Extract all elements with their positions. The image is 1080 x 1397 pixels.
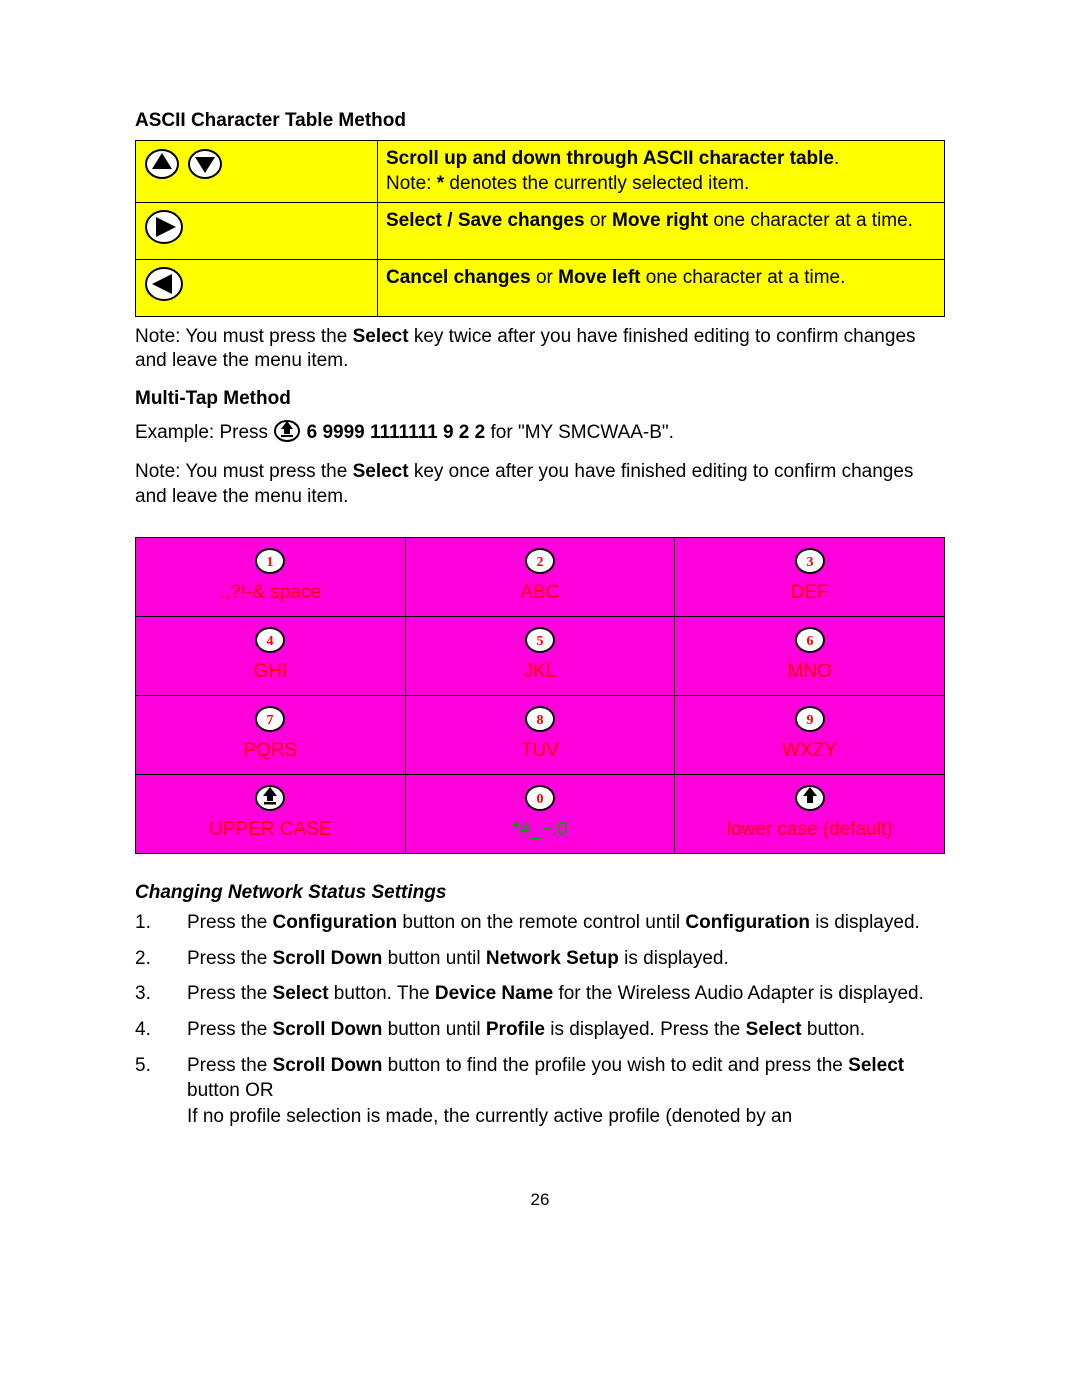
upper-case-icon <box>254 783 286 811</box>
key-1-icon: 1 <box>254 546 286 574</box>
keypad-cell: 8 TUV <box>405 696 675 775</box>
step-body: Press the Configuration button on the re… <box>187 910 945 936</box>
key-label: ABC <box>520 582 559 603</box>
table-row: Cancel changes or Move left one characte… <box>136 260 945 317</box>
key-label: TUV <box>521 740 559 761</box>
svg-text:7: 7 <box>267 713 274 728</box>
keypad-cell: 9 WXZY <box>675 696 945 775</box>
keypad-cell: 5 JKL <box>405 617 675 696</box>
left-arrow-icon <box>144 266 184 302</box>
keypad-cell: 4 GHI <box>136 617 406 696</box>
ascii-row-1-text: Scroll up and down through ASCII charact… <box>378 141 945 203</box>
lower-case-icon <box>794 783 826 811</box>
step-item: 5.Press the Scroll Down button to find t… <box>135 1053 945 1130</box>
table-row: Select / Save changes or Move right one … <box>136 203 945 260</box>
key-label: DEF <box>791 582 829 603</box>
key-label: JKL <box>524 661 557 682</box>
multitap-heading: Multi-Tap Method <box>135 388 945 410</box>
keypad-cell: lower case (default) <box>675 775 945 854</box>
ascii-method-heading: ASCII Character Table Method <box>135 110 945 132</box>
key-label: *#_~:0 <box>512 819 567 840</box>
key-9-icon: 9 <box>794 704 826 732</box>
ascii-row-3-text: Cancel changes or Move left one characte… <box>378 260 945 317</box>
svg-text:8: 8 <box>536 713 543 728</box>
step-body: Press the Scroll Down button until Profi… <box>187 1017 945 1043</box>
svg-text:6: 6 <box>806 634 813 649</box>
keypad-row: 7 PQRS 8 TUV 9 WXZY <box>136 696 945 775</box>
key-label: WXZY <box>782 740 837 761</box>
key-4-icon: 4 <box>254 625 286 653</box>
multitap-note: Note: You must press the Select key once… <box>135 460 945 509</box>
svg-text:5: 5 <box>536 634 543 649</box>
step-body: Press the Select button. The Device Name… <box>187 981 945 1007</box>
keypad-row: 1 .,?!-& space 2 ABC 3 DEF <box>136 538 945 617</box>
table-row: Scroll up and down through ASCII charact… <box>136 141 945 203</box>
icon-cell-updown <box>136 141 378 203</box>
icon-cell-right <box>136 203 378 260</box>
key-5-icon: 5 <box>524 625 556 653</box>
page-number: 26 <box>135 1190 945 1210</box>
ascii-row-2-text: Select / Save changes or Move right one … <box>378 203 945 260</box>
keypad-cell: 7 PQRS <box>136 696 406 775</box>
svg-text:9: 9 <box>806 713 813 728</box>
key-2-icon: 2 <box>524 546 556 574</box>
right-arrow-icon <box>144 209 184 245</box>
step-item: 1.Press the Configuration button on the … <box>135 910 945 936</box>
keypad-cell: 3 DEF <box>675 538 945 617</box>
step-body: Press the Scroll Down button to find the… <box>187 1053 945 1130</box>
icon-cell-left <box>136 260 378 317</box>
steps-list: 1.Press the Configuration button on the … <box>135 910 945 1129</box>
step-number: 3. <box>135 981 187 1007</box>
key-label: GHI <box>253 661 287 682</box>
key-label: MNO <box>787 661 831 682</box>
keypad-table: 1 .,?!-& space 2 ABC 3 DEF 4 GHI 5 JKL 6… <box>135 537 945 854</box>
step-number: 2. <box>135 946 187 972</box>
keypad-cell: 2 ABC <box>405 538 675 617</box>
svg-text:3: 3 <box>806 555 813 570</box>
changing-network-heading: Changing Network Status Settings <box>135 882 945 904</box>
keypad-cell: 6 MNO <box>675 617 945 696</box>
svg-text:4: 4 <box>267 634 274 649</box>
keypad-cell: 1 .,?!-& space <box>136 538 406 617</box>
key-7-icon: 7 <box>254 704 286 732</box>
step-body: Press the Scroll Down button until Netwo… <box>187 946 945 972</box>
key-8-icon: 8 <box>524 704 556 732</box>
step-number: 1. <box>135 910 187 936</box>
key-label: lower case (default) <box>727 819 893 840</box>
keypad-cell: UPPER CASE <box>136 775 406 854</box>
svg-text:1: 1 <box>267 555 274 570</box>
up-arrow-icon <box>144 147 180 179</box>
ascii-method-table: Scroll up and down through ASCII charact… <box>135 140 945 317</box>
svg-text:2: 2 <box>536 555 543 570</box>
down-arrow-icon <box>187 147 223 179</box>
key-label: UPPER CASE <box>209 819 331 840</box>
multitap-example: Example: Press 6 9999 1111111 9 2 2 for … <box>135 418 945 446</box>
svg-text:0: 0 <box>536 792 543 807</box>
step-item: 3.Press the Select button. The Device Na… <box>135 981 945 1007</box>
key-0-icon: 0 <box>524 783 556 811</box>
step-item: 2.Press the Scroll Down button until Net… <box>135 946 945 972</box>
step-number: 4. <box>135 1017 187 1043</box>
upper-case-inline-icon <box>273 418 301 442</box>
ascii-note: Note: You must press the Select key twic… <box>135 325 945 374</box>
keypad-cell: 0 *#_~:0 <box>405 775 675 854</box>
key-6-icon: 6 <box>794 625 826 653</box>
step-number: 5. <box>135 1053 187 1079</box>
key-label: .,?!-& space <box>220 582 321 603</box>
keypad-row: 4 GHI 5 JKL 6 MNO <box>136 617 945 696</box>
key-label: PQRS <box>243 740 297 761</box>
keypad-row: UPPER CASE 0 *#_~:0 lower case (default) <box>136 775 945 854</box>
step-item: 4.Press the Scroll Down button until Pro… <box>135 1017 945 1043</box>
key-3-icon: 3 <box>794 546 826 574</box>
